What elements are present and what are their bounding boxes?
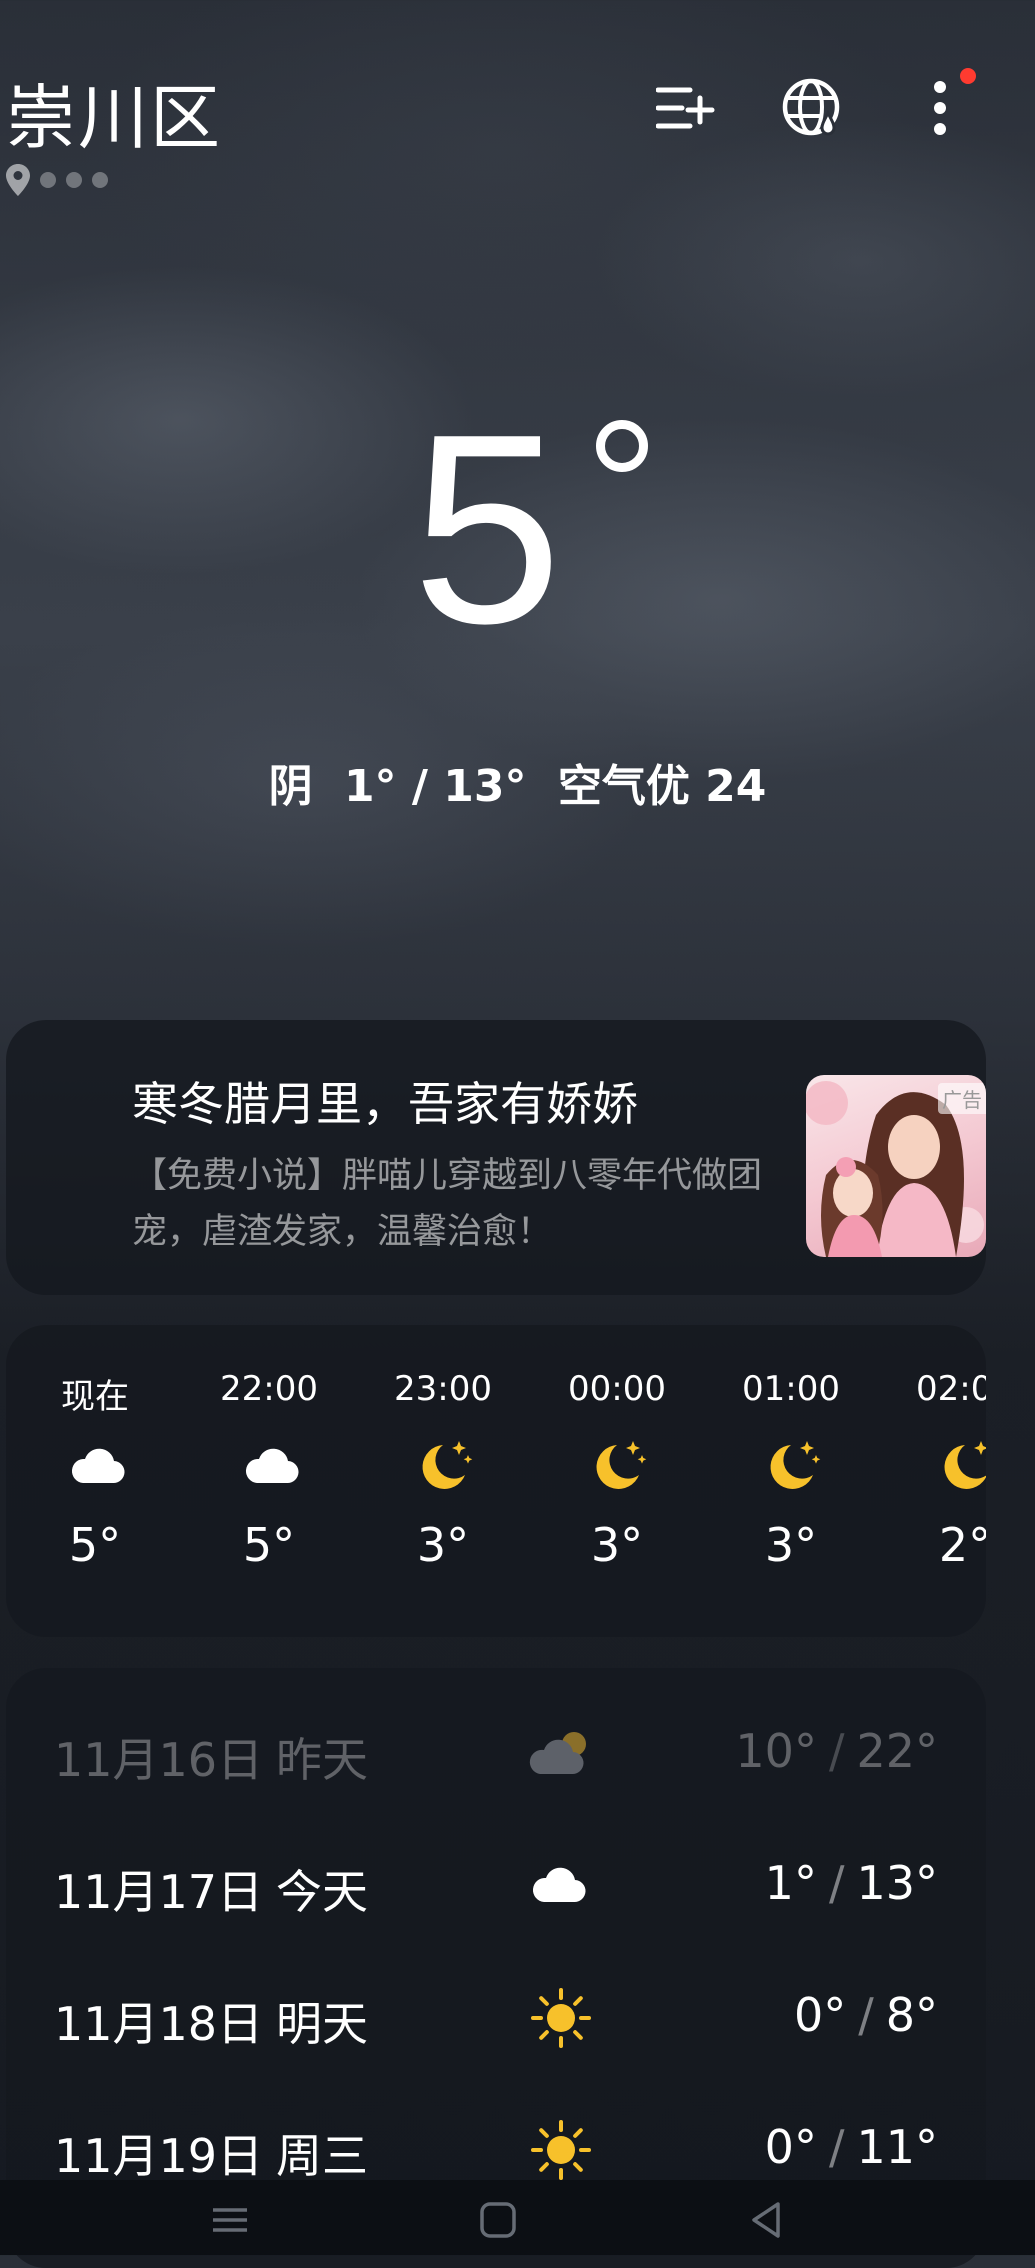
hourly-item[interactable]: 00:00 3° [530,1325,704,1637]
add-city-icon [656,87,715,129]
hourly-item[interactable]: 22:00 5° [182,1325,356,1637]
daily-date: 11月16日 [54,1733,264,1787]
menu-icon [213,2208,247,2232]
current-temperature: 5 [412,379,563,680]
daily-low: 0° [764,2120,817,2174]
daily-low: 10° [735,1724,817,1778]
daily-low: 0° [793,1988,847,2042]
daily-high: 11° [856,2120,938,2174]
ad-tag: 广告 [938,1083,986,1114]
page-dot [92,172,108,188]
hourly-time: 22:00 [220,1369,318,1409]
daily-temperature-range: 0°/11° [765,2120,938,2174]
more-options-button[interactable] [908,76,972,140]
hourly-time: 现在 [61,1377,129,1417]
cloud-icon [526,1854,596,1918]
nav-home-button[interactable] [470,2192,526,2248]
sun-icon [526,2118,596,2182]
hourly-time: 01:00 [742,1369,840,1409]
daily-high: 22° [856,1724,938,1778]
hourly-time: 00:00 [568,1369,666,1409]
globe-icon [782,78,840,136]
moon-icon [587,1435,651,1499]
daily-day-label: 周三 [276,2129,368,2183]
daily-date: 11月17日 [54,1865,264,1919]
sun-icon [526,1986,596,2050]
temperature-separator: / [828,2120,845,2174]
daily-row[interactable]: 11月16日 昨天 10°/22° [6,1708,986,1798]
hourly-item[interactable]: 23:00 3° [356,1325,530,1637]
hourly-temperature: 5° [68,1518,122,1572]
daily-temperature-range: 1°/13° [765,1856,938,1910]
more-vertical-icon [934,81,946,135]
home-square-icon [480,2202,516,2238]
temperature-separator: / [858,1988,874,2042]
cloud-icon [239,1435,303,1499]
hourly-item[interactable]: 现在 5° [8,1325,182,1637]
ad-description: 【免费小说】胖喵儿穿越到八零年代做团宠，虐渣发家，温馨治愈！ [132,1156,763,1252]
temperature-separator: / [828,1724,845,1778]
location-indicator [6,164,108,196]
weather-summary[interactable]: 阴 1° / 13° 空气优 24 [0,750,1035,814]
cloud-sun-icon [526,1722,596,1786]
back-triangle-icon [752,2202,780,2238]
daily-temperature-range: 10°/22° [735,1724,938,1778]
air-quality: 空气优 24 [557,761,767,812]
hourly-time: 23:00 [394,1369,492,1409]
daily-low: 1° [764,1856,817,1910]
nav-back-button[interactable] [738,2192,794,2248]
hourly-temperature: 3° [416,1518,470,1572]
daily-day-label: 明天 [276,1997,368,2051]
hourly-temperature: 2° [938,1518,986,1572]
nav-menu-button[interactable] [202,2192,258,2248]
daily-date: 11月19日 [54,2129,264,2183]
daily-day-label: 今天 [276,1865,368,1919]
ad-card[interactable]: 寒冬腊月里，吾家有娇娇 【免费小说】胖喵儿穿越到八零年代做团宠，虐渣发家，温馨治… [6,1020,986,1295]
hourly-temperature: 3° [764,1518,818,1572]
city-name[interactable]: 崇川区 [6,62,222,163]
add-city-button[interactable] [654,76,718,140]
hourly-temperature: 5° [242,1518,296,1572]
page-dot [40,172,56,188]
hourly-time: 02:00 [916,1369,986,1409]
daily-high: 13° [856,1856,938,1910]
ad-image[interactable]: 广告 [806,1075,986,1257]
hourly-item[interactable]: 01:00 3° [704,1325,878,1637]
temperature-range: 1° / 13° [343,761,527,812]
degree-symbol [596,420,648,472]
moon-icon [935,1435,986,1499]
condition-text: 阴 [268,761,313,812]
cloud-icon [65,1435,129,1499]
notification-dot [960,68,976,84]
moon-icon [413,1435,477,1499]
daily-day-label: 昨天 [276,1733,368,1787]
hourly-item[interactable]: 02:00 2° [878,1325,986,1637]
system-navigation-bar [0,2180,1035,2255]
daily-row[interactable]: 11月17日 今天 1°/13° [6,1840,986,1930]
daily-date: 11月18日 [54,1997,264,2051]
ad-title: 寒冬腊月里，吾家有娇娇 [132,1077,638,1131]
temperature-separator: / [828,1856,845,1910]
daily-high: 8° [885,1988,938,2042]
globe-button[interactable] [780,76,844,140]
moon-icon [761,1435,825,1499]
location-pin-icon [6,164,30,196]
hourly-temperature: 3° [590,1518,644,1572]
hourly-forecast[interactable]: 现在 5° 22:00 5° 23:00 3° 00:00 3° 01:00 3° 02:00 2° [6,1325,986,1637]
daily-row[interactable]: 11月18日 明天 0°/8° [6,1972,986,2062]
page-dot [66,172,82,188]
daily-temperature-range: 0°/8° [794,1988,938,2042]
daily-forecast[interactable]: 11月16日 昨天 10°/22° 11月17日 今天 1°/13° 11月18日 明天 0° /… [6,1668,986,2268]
